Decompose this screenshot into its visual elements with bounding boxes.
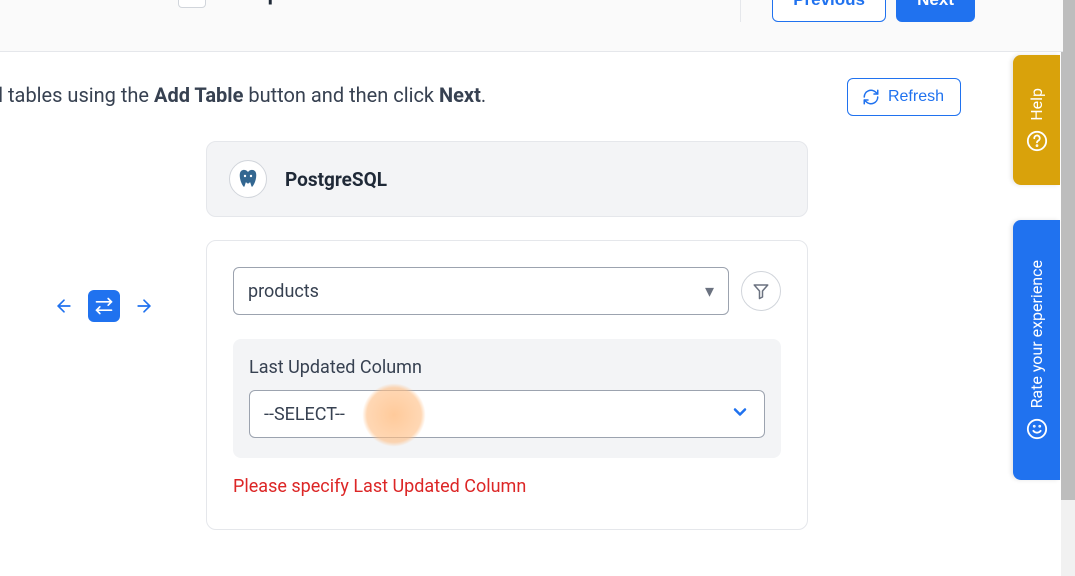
instruction-suffix: . bbox=[481, 83, 486, 107]
chevron-down-icon bbox=[730, 402, 750, 427]
help-side-tab[interactable]: Help bbox=[1013, 55, 1060, 185]
postgresql-icon bbox=[229, 160, 267, 198]
instruction-text: ional tables using the Add Table button … bbox=[0, 83, 486, 107]
wizard-step-title: Map fields bbox=[238, 0, 337, 6]
instruction-middle: button and then click bbox=[243, 83, 439, 107]
source-name: PostgreSQL bbox=[285, 168, 387, 191]
previous-button[interactable]: Previous bbox=[772, 0, 886, 22]
sync-direction-controls bbox=[48, 290, 160, 322]
refresh-button[interactable]: Refresh bbox=[847, 78, 961, 116]
instruction-bold-add-table: Add Table bbox=[154, 83, 243, 107]
table-dropdown[interactable]: products ▾ bbox=[233, 267, 729, 315]
table-dropdown-value: products bbox=[248, 281, 319, 302]
divider bbox=[740, 0, 741, 22]
table-config-card: products ▾ Last Updated Column --SELECT-… bbox=[206, 240, 808, 530]
refresh-label: Refresh bbox=[888, 88, 944, 106]
next-button-label: Next bbox=[917, 0, 954, 10]
arrow-right-icon bbox=[134, 296, 154, 316]
direction-both-button[interactable] bbox=[88, 290, 120, 322]
instruction-prefix: ional tables using the bbox=[0, 83, 154, 107]
last-updated-column-value: --SELECT-- bbox=[264, 404, 345, 425]
rate-experience-side-tab[interactable]: Rate your experience bbox=[1013, 220, 1060, 480]
table-select-row: products ▾ bbox=[233, 267, 781, 315]
last-updated-column-section: Last Updated Column --SELECT-- bbox=[233, 339, 781, 458]
instruction-bold-next: Next bbox=[439, 83, 481, 107]
last-updated-column-label: Last Updated Column bbox=[249, 357, 765, 378]
rate-tab-label: Rate your experience bbox=[1027, 260, 1046, 408]
validation-error: Please specify Last Updated Column bbox=[233, 476, 781, 497]
help-circle-icon bbox=[1026, 130, 1048, 152]
previous-button-label: Previous bbox=[793, 0, 865, 10]
highlight-marker bbox=[362, 383, 426, 447]
wizard-topbar: 3 Map fields Previous Next bbox=[0, 0, 1063, 52]
help-tab-label: Help bbox=[1027, 88, 1046, 121]
filter-button[interactable] bbox=[741, 271, 781, 311]
scrollbar-thumb[interactable] bbox=[1061, 0, 1075, 500]
direction-left-button[interactable] bbox=[48, 290, 80, 322]
wizard-step-number: 3 bbox=[178, 0, 206, 8]
next-button[interactable]: Next bbox=[896, 0, 975, 22]
last-updated-column-dropdown[interactable]: --SELECT-- bbox=[249, 390, 765, 438]
smile-icon bbox=[1026, 418, 1048, 440]
filter-icon bbox=[752, 282, 770, 300]
arrow-left-icon bbox=[54, 296, 74, 316]
source-header-card: PostgreSQL bbox=[206, 141, 808, 217]
arrows-swap-icon bbox=[94, 296, 114, 316]
refresh-icon bbox=[862, 88, 880, 106]
direction-right-button[interactable] bbox=[128, 290, 160, 322]
caret-down-icon: ▾ bbox=[705, 281, 714, 302]
